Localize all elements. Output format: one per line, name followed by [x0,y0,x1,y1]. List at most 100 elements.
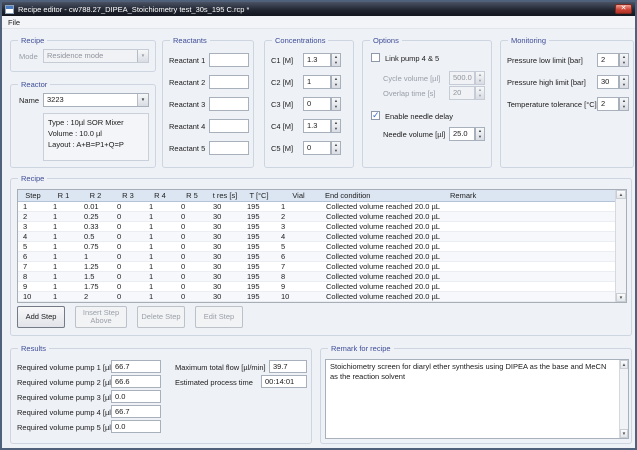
pump4-label: Required volume pump 4 [µl] [17,408,113,417]
table-cell: 0 [176,282,208,291]
reactants-group: Reactants Reactant 1 Reactant 2 Reactant… [162,40,254,168]
scroll-up-icon[interactable]: ▲ [616,190,626,199]
table-cell: 195 [242,242,276,251]
col-r3[interactable]: R 3 [112,190,144,201]
col-r4[interactable]: R 4 [144,190,176,201]
table-row[interactable]: 611010301956Collected volume reached 20.… [18,252,626,262]
spinner-down-icon[interactable]: ▼ [332,126,340,132]
col-tres[interactable]: t res [s] [208,190,242,201]
spinner-down-icon[interactable]: ▼ [620,60,628,66]
mode-label: Mode [19,52,38,61]
reactor-info-box: Type : 10µl SOR Mixer Volume : 10.0 µl L… [43,113,149,161]
overlap-time-spinner: ▲▼ [475,86,485,100]
reactant-4-input[interactable] [209,119,249,133]
menu-bar: File [2,16,635,29]
reactant-5-input[interactable] [209,141,249,155]
col-r2[interactable]: R 2 [79,190,112,201]
results-group: Results Required volume pump 1 [µl] 66.7… [10,348,312,444]
table-row[interactable]: 210.25010301952Collected volume reached … [18,212,626,222]
col-step[interactable]: Step [18,190,48,201]
pressure-low-spinner[interactable]: ▲▼ [619,53,629,67]
spinner-down-icon[interactable]: ▼ [476,134,484,140]
table-cell: 30 [208,212,242,221]
table-cell: 0.33 [79,222,112,231]
col-remark[interactable]: Remark [446,190,626,201]
close-button[interactable] [615,4,632,14]
spinner-down-icon[interactable]: ▼ [332,82,340,88]
recipe-table-header: Step R 1 R 2 R 3 R 4 R 5 t res [s] T [°C… [18,190,626,202]
pressure-high-spinner[interactable]: ▲▼ [619,75,629,89]
reactant-1-input[interactable] [209,53,249,67]
reactant-2-input[interactable] [209,75,249,89]
reactor-name-value: 3223 [47,94,136,106]
table-cell [446,282,626,291]
needle-delay-checkbox[interactable] [371,111,380,120]
link-pump-label: Link pump 4 & 5 [385,54,439,63]
table-cell: 1 [144,262,176,271]
c2-input[interactable]: 1 [303,75,331,89]
needle-volume-input[interactable]: 25.0 [449,127,475,141]
table-row[interactable]: 911.75010301959Collected volume reached … [18,282,626,292]
pressure-low-input[interactable]: 2 [597,53,619,67]
spinner-down-icon[interactable]: ▼ [332,60,340,66]
needle-volume-spinner[interactable]: ▲▼ [475,127,485,141]
table-row[interactable]: 510.75010301955Collected volume reached … [18,242,626,252]
scroll-down-icon[interactable]: ▼ [616,293,626,302]
table-cell: 1 [48,272,79,281]
link-pump-checkbox[interactable] [371,53,380,62]
table-row[interactable]: 410.5010301954Collected volume reached 2… [18,232,626,242]
c4-spinner[interactable]: ▲▼ [331,119,341,133]
col-vial[interactable]: Vial [276,190,321,201]
needle-delay-label: Enable needle delay [385,112,453,121]
c2-spinner[interactable]: ▲▼ [331,75,341,89]
c5-input[interactable]: 0 [303,141,331,155]
temperature-tolerance-spinner[interactable]: ▲▼ [619,97,629,111]
process-time-label: Estimated process time [175,378,253,387]
table-cell: 0 [176,242,208,251]
table-cell: 2 [276,212,321,221]
table-cell: 30 [208,252,242,261]
col-temp[interactable]: T [°C] [242,190,276,201]
table-row[interactable]: 310.33010301953Collected volume reached … [18,222,626,232]
c3-spinner[interactable]: ▲▼ [331,97,341,111]
c5-spinner[interactable]: ▲▼ [331,141,341,155]
table-row[interactable]: 10120103019510Collected volume reached 2… [18,292,626,302]
table-cell: 0 [176,222,208,231]
col-end-condition[interactable]: End condition [321,190,446,201]
temperature-tolerance-input[interactable]: 2 [597,97,619,111]
scroll-up-icon[interactable]: ▲ [620,360,628,369]
reactor-name-dropdown[interactable]: 3223 [43,93,149,107]
pressure-high-input[interactable]: 30 [597,75,619,89]
max-flow-label: Maximum total flow [µl/min] [175,363,266,372]
add-step-button[interactable]: Add Step [17,306,65,328]
spinner-down-icon[interactable]: ▼ [620,82,628,88]
c1-spinner[interactable]: ▲▼ [331,53,341,67]
table-cell: 195 [242,272,276,281]
remark-scrollbar[interactable]: ▲ ▼ [619,360,628,438]
spinner-down-icon[interactable]: ▼ [620,104,628,110]
temperature-tolerance-label: Temperature tolerance [°C] [507,100,597,109]
table-row[interactable]: 811.5010301958Collected volume reached 2… [18,272,626,282]
reactor-dropdown-arrow-icon[interactable] [137,94,148,106]
table-cell: Collected volume reached 20.0 µL [321,282,446,291]
table-scrollbar[interactable]: ▲ ▼ [615,190,626,302]
col-r1[interactable]: R 1 [48,190,79,201]
table-row[interactable]: 110.01010301951Collected volume reached … [18,202,626,212]
menu-file[interactable]: File [2,18,26,27]
spinner-down-icon[interactable]: ▼ [332,148,340,154]
scroll-down-icon[interactable]: ▼ [620,429,628,438]
c4-input[interactable]: 1.3 [303,119,331,133]
c3-input[interactable]: 0 [303,97,331,111]
table-cell: 1 [48,212,79,221]
table-row[interactable]: 711.25010301957Collected volume reached … [18,262,626,272]
table-cell: 3 [18,222,48,231]
table-cell: 0 [112,242,144,251]
remark-textarea[interactable]: Stoichiometry screen for diaryl ether sy… [325,359,629,439]
remark-text: Stoichiometry screen for diaryl ether sy… [330,362,606,381]
reactant-3-input[interactable] [209,97,249,111]
col-r5[interactable]: R 5 [176,190,208,201]
overlap-time-label: Overlap time [s] [383,89,436,98]
spinner-down-icon[interactable]: ▼ [332,104,340,110]
table-cell: 1 [79,252,112,261]
c1-input[interactable]: 1.3 [303,53,331,67]
